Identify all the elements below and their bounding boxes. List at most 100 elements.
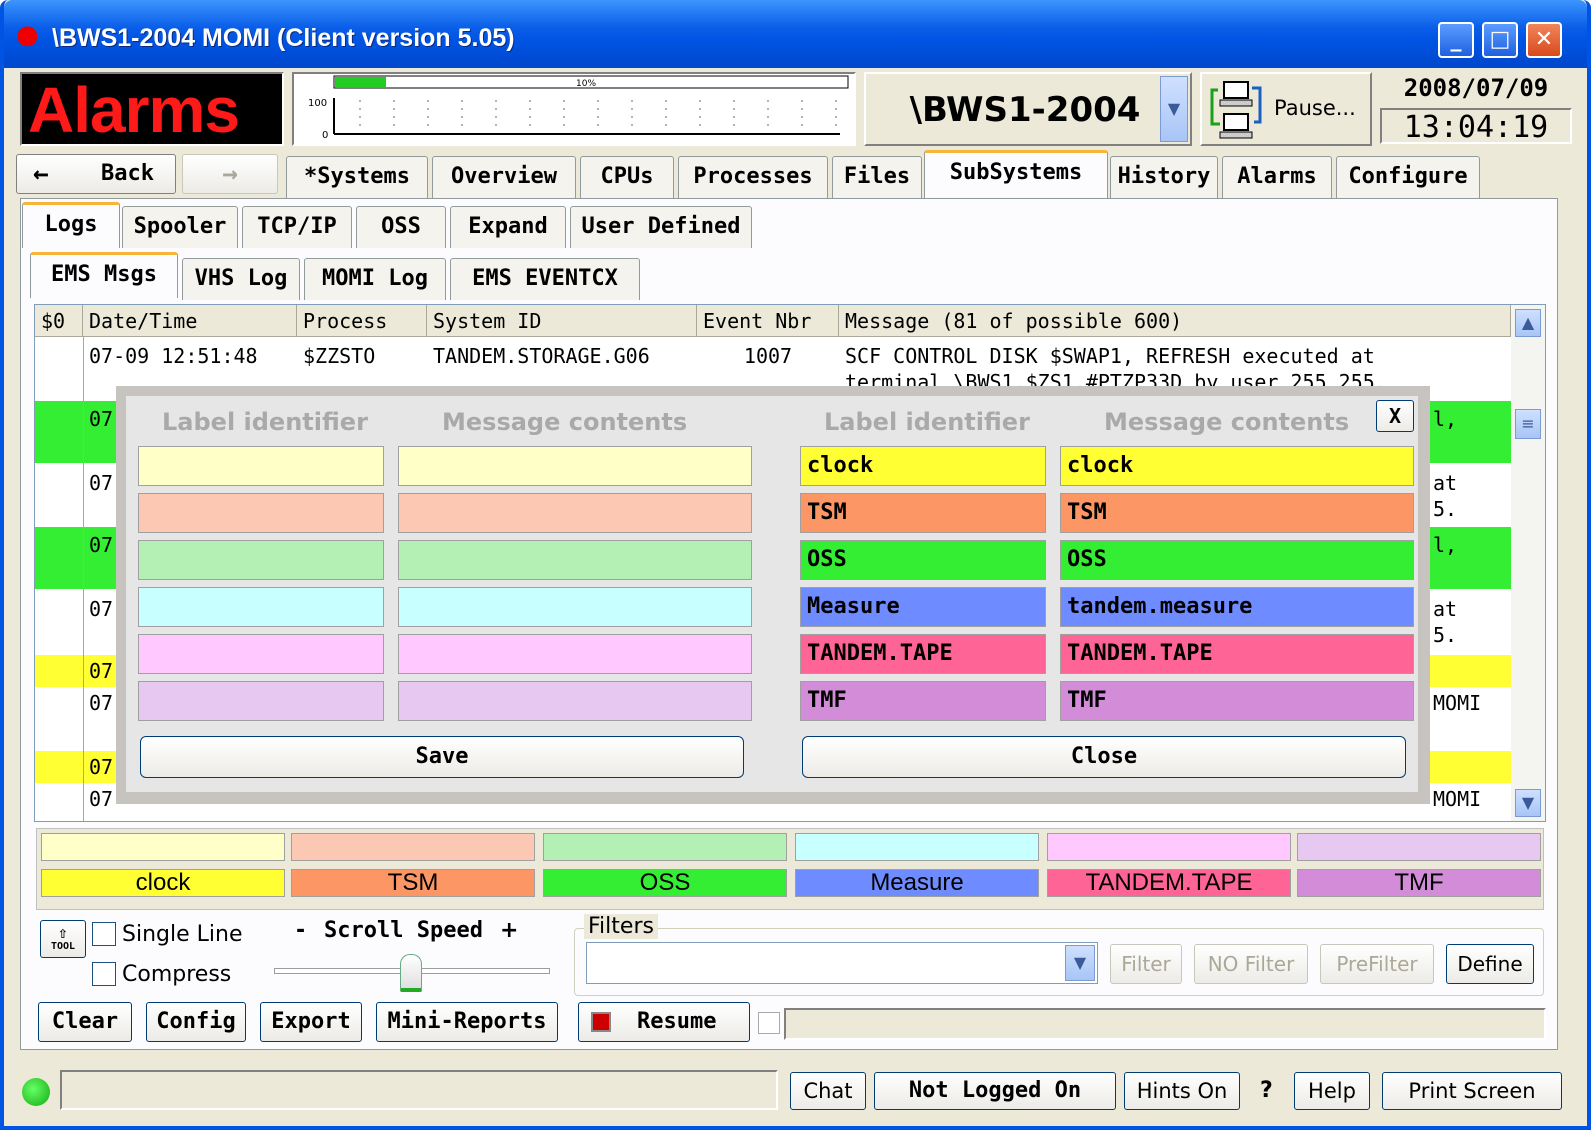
label-input-5[interactable] (138, 634, 384, 674)
define-button[interactable]: Define (1446, 944, 1534, 984)
chevron-up-icon[interactable]: ▲ (1515, 309, 1541, 337)
tab-files[interactable]: Files (832, 156, 922, 198)
tab-spooler[interactable]: Spooler (122, 206, 238, 248)
column-header-event-nbr[interactable]: Event Nbr (697, 305, 839, 337)
table-scrollbar[interactable]: ▲ ≡ ▼ (1511, 305, 1545, 821)
message-field-tsm[interactable]: TSM (1060, 493, 1414, 533)
row-datetime: 07 (89, 407, 114, 431)
system-selector[interactable]: \BWS1-2004 ▼ (864, 72, 1192, 146)
chat-button[interactable]: Chat (790, 1072, 866, 1110)
scroll-speed-thumb[interactable] (400, 954, 422, 992)
tab-history[interactable]: History (1110, 156, 1218, 198)
label-input-1[interactable] (138, 446, 384, 486)
login-button[interactable]: Not Logged On (874, 1072, 1116, 1110)
column-header-zero[interactable]: $0 (35, 305, 83, 337)
no-filter-button[interactable]: NO Filter (1194, 944, 1308, 984)
forward-button[interactable]: → (182, 154, 278, 194)
tab-configure[interactable]: Configure (1336, 156, 1480, 198)
single-line-checkbox[interactable] (92, 922, 116, 946)
dialog-close-x-button[interactable]: X (1376, 400, 1414, 432)
label-input-3[interactable] (138, 540, 384, 580)
tab-overview[interactable]: Overview (432, 156, 576, 198)
tab-logs[interactable]: Logs (22, 202, 120, 248)
pause-button[interactable]: Pause... (1200, 72, 1372, 146)
clear-button[interactable]: Clear (38, 1002, 132, 1042)
tab-tcpip[interactable]: TCP/IP (242, 206, 352, 248)
label-field-measure[interactable]: Measure (800, 587, 1046, 627)
tab-oss[interactable]: OSS (356, 206, 446, 248)
message-field-oss[interactable]: OSS (1060, 540, 1414, 580)
tool-icon[interactable]: ⇧ TOOL (40, 920, 86, 958)
chevron-down-icon[interactable]: ▼ (1065, 945, 1095, 981)
message-input-1[interactable] (398, 446, 752, 486)
compress-label: Compress (122, 962, 232, 987)
stop-icon (591, 1012, 611, 1032)
scroll-thumb[interactable]: ≡ (1515, 409, 1541, 439)
message-field-clock[interactable]: clock (1060, 446, 1414, 486)
tab-vhs-log[interactable]: VHS Log (182, 258, 300, 300)
color-legend: clock TSM OSS Measure TANDEM.TAPE TMF (36, 828, 1544, 910)
row-message-fragment: MOMI (1433, 691, 1482, 715)
close-button[interactable]: Close (802, 736, 1406, 778)
label-input-6[interactable] (138, 681, 384, 721)
minimize-icon[interactable]: _ (1438, 22, 1474, 58)
tab-expand[interactable]: Expand (450, 206, 566, 248)
tab-user-defined[interactable]: User Defined (570, 206, 752, 248)
close-icon[interactable]: ✕ (1526, 22, 1562, 58)
message-input-2[interactable] (398, 493, 752, 533)
message-input-6[interactable] (398, 681, 752, 721)
tab-momi-log[interactable]: MOMI Log (304, 258, 446, 300)
label-input-4[interactable] (138, 587, 384, 627)
column-header-system-id[interactable]: System ID (427, 305, 697, 337)
tab-alarms[interactable]: Alarms (1222, 156, 1332, 198)
column-header-datetime[interactable]: Date/Time (83, 305, 297, 337)
help-button[interactable]: Help (1294, 1072, 1370, 1110)
tab-processes[interactable]: Processes (678, 156, 828, 198)
back-arrow-icon: ← (33, 159, 49, 189)
dialog-header-message-right: Message contents (1104, 408, 1350, 436)
message-input-3[interactable] (398, 540, 752, 580)
hints-button[interactable]: Hints On (1124, 1072, 1240, 1110)
legend-swatch-light (291, 833, 535, 861)
back-button[interactable]: ← Back (16, 154, 176, 194)
scroll-speed-label: Scroll Speed (324, 918, 483, 943)
filters-label: Filters (584, 914, 658, 939)
label-input-2[interactable] (138, 493, 384, 533)
tab-ems-eventcx[interactable]: EMS EVENTCX (450, 258, 640, 300)
label-field-tsm[interactable]: TSM (800, 493, 1046, 533)
tab-ems-msgs[interactable]: EMS Msgs (30, 252, 178, 298)
message-field-tmf[interactable]: TMF (1060, 681, 1414, 721)
export-button[interactable]: Export (260, 1002, 362, 1042)
legend-swatch-light (795, 833, 1039, 861)
tab-subsystems[interactable]: SubSystems (924, 150, 1108, 198)
tab-systems[interactable]: *Systems (286, 156, 428, 198)
row-message-fragment: at (1433, 471, 1458, 495)
label-field-clock[interactable]: clock (800, 446, 1046, 486)
resume-button[interactable]: Resume (578, 1002, 750, 1042)
alarms-logo: Alarms (20, 72, 284, 146)
tab-cpus[interactable]: CPUs (580, 156, 674, 198)
message-field-tape[interactable]: TANDEM.TAPE (1060, 634, 1414, 674)
legend-tandem-tape: TANDEM.TAPE (1047, 869, 1291, 897)
label-field-tmf[interactable]: TMF (800, 681, 1046, 721)
label-field-oss[interactable]: OSS (800, 540, 1046, 580)
message-input-5[interactable] (398, 634, 752, 674)
maximize-icon[interactable]: □ (1482, 22, 1518, 58)
prefilter-button[interactable]: PreFilter (1320, 944, 1434, 984)
filter-select[interactable]: ▼ (586, 942, 1098, 984)
column-header-process[interactable]: Process (297, 305, 427, 337)
message-input-4[interactable] (398, 587, 752, 627)
compress-checkbox[interactable] (92, 962, 116, 986)
mini-reports-button[interactable]: Mini-Reports (376, 1002, 558, 1042)
chevron-down-icon[interactable]: ▼ (1160, 76, 1188, 142)
save-button[interactable]: Save (140, 736, 744, 778)
print-screen-button[interactable]: Print Screen (1382, 1072, 1562, 1110)
filter-button[interactable]: Filter (1110, 944, 1182, 984)
column-header-message[interactable]: Message (81 of possible 600) (839, 305, 1511, 337)
config-button[interactable]: Config (146, 1002, 246, 1042)
chevron-down-icon[interactable]: ▼ (1515, 789, 1541, 817)
column-divider (83, 337, 84, 821)
question-icon[interactable]: ? (1260, 1078, 1273, 1103)
label-field-tape[interactable]: TANDEM.TAPE (800, 634, 1046, 674)
message-field-measure[interactable]: tandem.measure (1060, 587, 1414, 627)
